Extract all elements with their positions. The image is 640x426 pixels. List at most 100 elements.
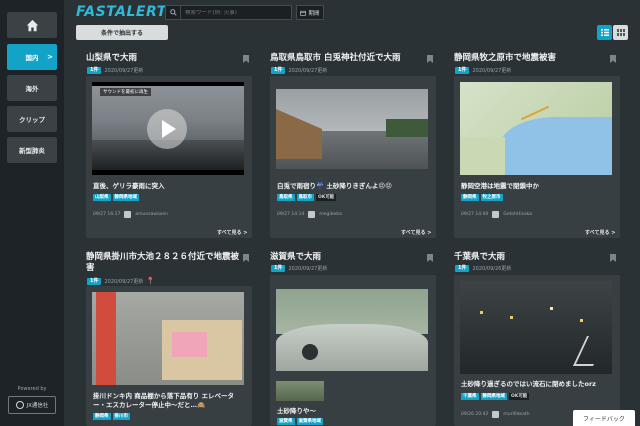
avatar[interactable] (308, 211, 316, 218)
post-time: 09/27 16:17 (93, 212, 121, 217)
see-all-link[interactable]: すべて見る > (217, 229, 247, 236)
dial-shape (302, 344, 318, 360)
tag[interactable]: 山梨県 (93, 194, 111, 201)
avatar[interactable] (124, 211, 132, 218)
trees-shape (386, 119, 428, 137)
post-count-badge: 1件 (455, 67, 470, 74)
tag[interactable]: 千葉県 (461, 393, 479, 400)
shelf-shape (96, 292, 116, 385)
tag[interactable]: 滋賀県地域 (296, 418, 323, 425)
sidebar-item-overseas[interactable]: 海外 (7, 75, 57, 101)
grid-view-button[interactable] (613, 25, 628, 40)
post-footer: 09/26 20:42 murl0death (461, 411, 530, 418)
sidebar-item-label: 国内 (25, 54, 39, 62)
grid-view-icon (616, 29, 625, 36)
period-label: 期間 (308, 10, 320, 17)
home-icon (26, 19, 38, 31)
feedback-button[interactable]: フィードバック (573, 410, 635, 426)
tag[interactable]: 牧之原市 (480, 194, 503, 201)
see-all-link[interactable]: すべて見る > (401, 229, 431, 236)
avatar[interactable] (492, 211, 500, 218)
bookmark-icon[interactable] (427, 55, 433, 63)
post-text: 白兎で雨宿り☔️ 土砂降りきぎんよ😣😣 (277, 182, 392, 190)
search-input[interactable] (181, 9, 291, 16)
updated-date: 2020/09/27更新 (288, 68, 328, 74)
card-title[interactable]: 静岡県掛川市大池２８２６付近で地震被害 (86, 252, 246, 274)
bookmark-icon[interactable] (427, 254, 433, 262)
updated-date: 2020/09/27更新 (288, 266, 328, 272)
list-view-button[interactable] (597, 25, 612, 40)
tag[interactable]: OK可能 (509, 393, 530, 400)
post-count-badge: 1件 (87, 67, 102, 74)
home-button[interactable] (7, 12, 57, 38)
tag[interactable]: 静岡県 (93, 413, 111, 420)
partner-logo-icon (15, 401, 24, 409)
avatar[interactable] (492, 411, 500, 418)
tag-list: 静岡県 掛川市 (93, 413, 130, 420)
chevron-right-icon: > (47, 53, 53, 61)
card-meta: 1件 2020/09/26更新 (455, 265, 511, 272)
card-meta: 1件 2020/09/27更新 (271, 265, 327, 272)
sidebar-item-domestic[interactable]: 国内 > (7, 44, 57, 70)
sidebar-item-label: 新型肺炎 (19, 147, 45, 155)
secondary-thumbnail[interactable] (276, 381, 324, 401)
period-button[interactable]: 期間 (296, 5, 324, 20)
user-name[interactable]: amunsawaxen (135, 212, 168, 217)
tag-list: 静岡県 牧之原市 (461, 194, 503, 201)
search-icon[interactable] (166, 6, 181, 19)
bookmark-icon[interactable] (243, 254, 249, 262)
card-title[interactable]: 滋賀県で大雨 (270, 252, 321, 263)
card-title[interactable]: 千葉県で大雨 (454, 252, 505, 263)
app-logo-text: FASTALERT (76, 4, 167, 20)
card-meta: 1件 2020/09/27更新 (271, 67, 327, 74)
photo-thumbnail[interactable] (276, 289, 428, 371)
card-meta: 1件 2020/09/27更新 📍 (87, 277, 155, 285)
sidebar: 国内 > 海外 クリップ 新型肺炎 Powered by JX通信社 (0, 0, 64, 426)
sidebar-item-clip[interactable]: クリップ (7, 106, 57, 132)
tag-list: 鳥取県 鳥取市 OK可能 (277, 194, 337, 201)
tag-list: 山梨県 静岡県地域 (93, 194, 139, 201)
map-thumbnail[interactable] (460, 82, 612, 175)
sidebar-item-label: 海外 (25, 85, 39, 93)
search-bar (165, 5, 292, 20)
updated-date: 2020/09/27更新 (472, 68, 512, 74)
coast-shape (460, 137, 505, 175)
video-thumbnail[interactable]: サウンドを最初に再生 (92, 82, 244, 175)
user-name[interactable]: murl0death (503, 412, 529, 417)
card-meta: 1件 2020/09/27更新 (87, 67, 143, 74)
card-title[interactable]: 鳥取県鳥取市 白兎神社付近で大雨 (270, 53, 400, 64)
post-count-badge: 1件 (271, 67, 286, 74)
lights-shape (480, 311, 483, 314)
tag[interactable]: 掛川市 (112, 413, 130, 420)
post-text: 土砂降り過ぎるのではい流石に閉めましたorz (461, 380, 596, 388)
bookmark-icon[interactable] (610, 254, 616, 262)
post-footer: 09/27 14:14 megibeba (277, 211, 342, 218)
partner-logo[interactable]: JX通信社 (8, 396, 56, 414)
card-title[interactable]: 静岡県牧之原市で地震被害 (454, 53, 556, 64)
post-footer: 09/27 16:17 amunsawaxen (93, 211, 168, 218)
tag[interactable]: 静岡県地域 (112, 194, 139, 201)
post-count-badge: 1件 (271, 265, 286, 272)
play-icon[interactable] (147, 109, 187, 149)
photo-thumbnail[interactable] (460, 281, 612, 374)
post-text: 土砂降りや〜 (277, 407, 316, 415)
see-all-link[interactable]: すべて見る > (585, 229, 615, 236)
post-text: 直後、ゲリラ豪雨に突入 (93, 182, 165, 190)
tag[interactable]: 鳥取県 (277, 194, 295, 201)
photo-thumbnail[interactable] (276, 89, 428, 169)
tag[interactable]: 静岡県 (461, 194, 479, 201)
filter-condition-button[interactable]: 条件で抽出する (76, 25, 168, 40)
tag[interactable]: 滋賀県 (277, 418, 295, 425)
tag[interactable]: OK可能 (316, 194, 337, 201)
tag[interactable]: 鳥取市 (296, 194, 314, 201)
card-title[interactable]: 山梨県で大雨 (86, 53, 137, 64)
user-name[interactable]: megibeba (319, 212, 342, 217)
video-overlay-label: サウンドを最初に再生 (100, 88, 151, 96)
photo-thumbnail[interactable] (92, 292, 244, 385)
bookmark-icon[interactable] (243, 55, 249, 63)
tag[interactable]: 静岡県地域 (480, 393, 507, 400)
sidebar-item-pneumonia[interactable]: 新型肺炎 (7, 137, 57, 163)
list-view-icon (600, 29, 609, 36)
bookmark-icon[interactable] (610, 55, 616, 63)
user-name[interactable]: GetohHisaka (503, 212, 532, 217)
